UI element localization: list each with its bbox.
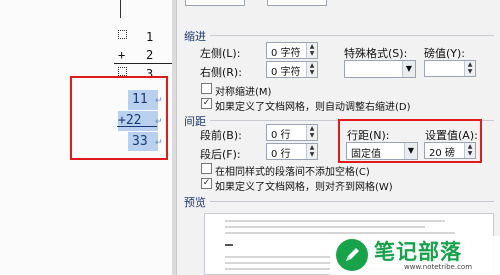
left-indent-value[interactable]: 0 字符 [271,44,301,59]
dotted-box-marker [118,67,127,76]
no-space-label[interactable]: 在相同样式的段落间不添加空格(C) [215,163,370,178]
right-indent-value[interactable]: 0 字符 [271,63,301,78]
spin-up-icon[interactable]: ▲ [465,61,475,68]
doc-line-number: 1 [146,30,154,44]
section-divider [210,201,494,202]
spin-down-icon[interactable]: ▼ [307,50,317,57]
pen-icon-glyph [346,248,359,261]
right-indent-label: 右侧(R): [200,66,242,79]
snap-to-grid-checkbox[interactable]: ✓ [201,178,212,189]
section-divider [210,35,494,36]
special-format-dropdown[interactable]: ▼ [344,60,416,78]
space-before-spinner[interactable]: 0 行 ▲ ▼ [266,124,318,141]
cropped-dropdown[interactable] [267,0,327,6]
spin-up-icon[interactable]: ▲ [307,43,317,50]
indent-section-label: 缩进 [184,30,206,43]
spin-up-icon[interactable]: ▲ [307,144,317,151]
spin-up-icon[interactable]: ▲ [307,125,317,132]
chevron-down-icon[interactable]: ▼ [402,61,415,77]
spin-down-icon[interactable]: ▼ [307,132,317,139]
watermark: 笔记部落 www.notetribe.com [330,236,500,275]
underline-rule [114,63,172,64]
special-format-label: 特殊格式(S): [344,47,408,60]
spin-up-icon[interactable]: ▲ [307,62,317,69]
right-indent-spinner[interactable]: 0 字符 ▲ ▼ [266,61,318,78]
preview-line [225,232,455,234]
indent-amount-spinner[interactable]: ▲ ▼ [424,60,476,77]
spinner-buttons[interactable]: ▲ ▼ [464,61,475,76]
preview-line [225,220,445,222]
cropped-dropdown[interactable] [185,0,245,6]
indent-amount-label: 磅值(Y): [424,47,466,60]
auto-adjust-checkbox[interactable]: ✓ [201,98,212,109]
space-after-spinner[interactable]: 0 行 ▲ ▼ [266,143,318,160]
spinner-buttons[interactable]: ▲ ▼ [306,125,317,140]
spin-down-icon[interactable]: ▼ [307,69,317,76]
dotted-box-marker [118,30,127,39]
left-indent-label: 左侧(L): [200,47,241,60]
highlight-frame [338,119,482,163]
spinner-buttons[interactable]: ▲ ▼ [306,62,317,77]
document-area[interactable]: 1 + 2 3 11 ↵ +22 ↵ 33 ↵ [0,0,176,275]
left-indent-spinner[interactable]: 0 字符 ▲ ▼ [266,42,318,59]
no-space-checkbox[interactable] [201,163,212,174]
space-after-label: 段后(F): [200,148,241,161]
text-cursor [120,0,121,18]
preview-section-label: 预览 [184,196,206,209]
spin-down-icon[interactable]: ▼ [465,68,475,75]
spinner-buttons[interactable]: ▲ ▼ [306,43,317,58]
space-before-label: 段前(B): [200,129,242,142]
doc-line-number: 2 [146,48,154,62]
plus-marker: + [118,48,126,62]
watermark-title: 笔记部落 [374,240,462,264]
snap-to-grid-label[interactable]: 如果定义了文档网格，则对齐到网格(W) [215,178,393,193]
highlight-frame [70,76,168,160]
watermark-url: www.notetribe.com [404,263,473,271]
preview-line [225,244,233,246]
spinner-buttons[interactable]: ▲ ▼ [306,144,317,159]
space-after-value[interactable]: 0 行 [271,145,291,160]
auto-adjust-label[interactable]: 如果定义了文档网格，则自动调整右缩进(D) [215,98,411,113]
mirror-indent-checkbox[interactable] [201,83,212,94]
pen-icon [336,239,368,271]
mirror-indent-label[interactable]: 对称缩进(M) [215,83,271,98]
preview-line [225,226,425,228]
spin-down-icon[interactable]: ▼ [307,151,317,158]
space-before-value[interactable]: 0 行 [271,126,291,141]
